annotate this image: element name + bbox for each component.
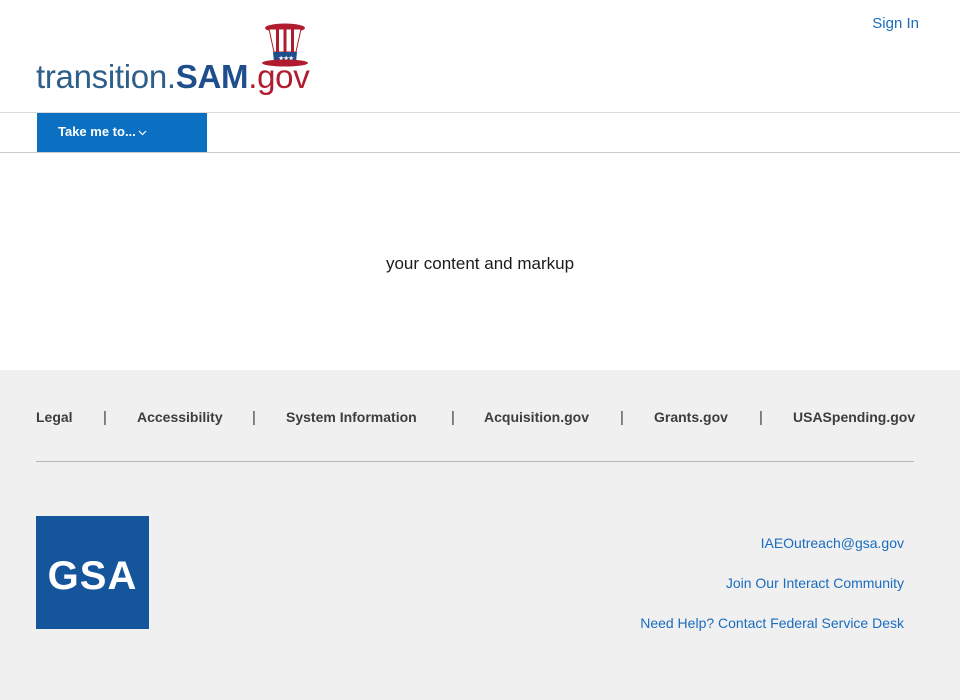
footer-link-system-information[interactable]: System Information	[286, 409, 417, 425]
main-content: your content and markup	[0, 153, 960, 370]
chevron-down-icon	[138, 130, 147, 135]
footer-separator: |	[451, 409, 455, 426]
take-me-to-label: Take me to...	[58, 124, 136, 139]
footer-link-grants-gov[interactable]: Grants.gov	[654, 409, 728, 425]
footer-separator: |	[252, 409, 256, 426]
email-contact-link[interactable]: IAEOutreach@gsa.gov	[761, 535, 904, 551]
footer-divider	[36, 461, 914, 462]
gsa-logo-text: GSA	[47, 554, 138, 598]
logo-text-gov: .gov	[248, 58, 310, 95]
site-footer: Legal | Accessibility | System Informati…	[0, 370, 960, 700]
footer-separator: |	[103, 409, 107, 426]
sign-in-link[interactable]: Sign In	[872, 15, 919, 32]
footer-link-accessibility[interactable]: Accessibility	[137, 409, 223, 425]
federal-service-desk-link[interactable]: Need Help? Contact Federal Service Desk	[640, 615, 904, 631]
interact-community-link[interactable]: Join Our Interact Community	[726, 575, 904, 591]
footer-link-usaspending-gov[interactable]: USASpending.gov	[793, 409, 915, 425]
footer-link-acquisition-gov[interactable]: Acquisition.gov	[484, 409, 589, 425]
footer-link-legal[interactable]: Legal	[36, 409, 73, 425]
content-placeholder-text: your content and markup	[385, 254, 575, 273]
main-nav-bar: Take me to...	[0, 113, 960, 153]
logo-wordmark: transition.SAM.gov	[36, 58, 310, 96]
footer-separator: |	[620, 409, 624, 426]
logo-text-transition: transition.	[36, 58, 176, 95]
take-me-to-dropdown[interactable]: Take me to...	[37, 113, 207, 152]
footer-links: Legal | Accessibility | System Informati…	[36, 409, 915, 431]
gsa-logo[interactable]: GSA	[36, 516, 149, 629]
logo-text-sam: SAM	[175, 58, 249, 95]
footer-separator: |	[759, 409, 763, 426]
site-header: ★ ★ ★ transition.SAM.gov Sign In	[0, 0, 960, 113]
transition-sam-logo[interactable]: ★ ★ ★ transition.SAM.gov	[36, 22, 318, 100]
